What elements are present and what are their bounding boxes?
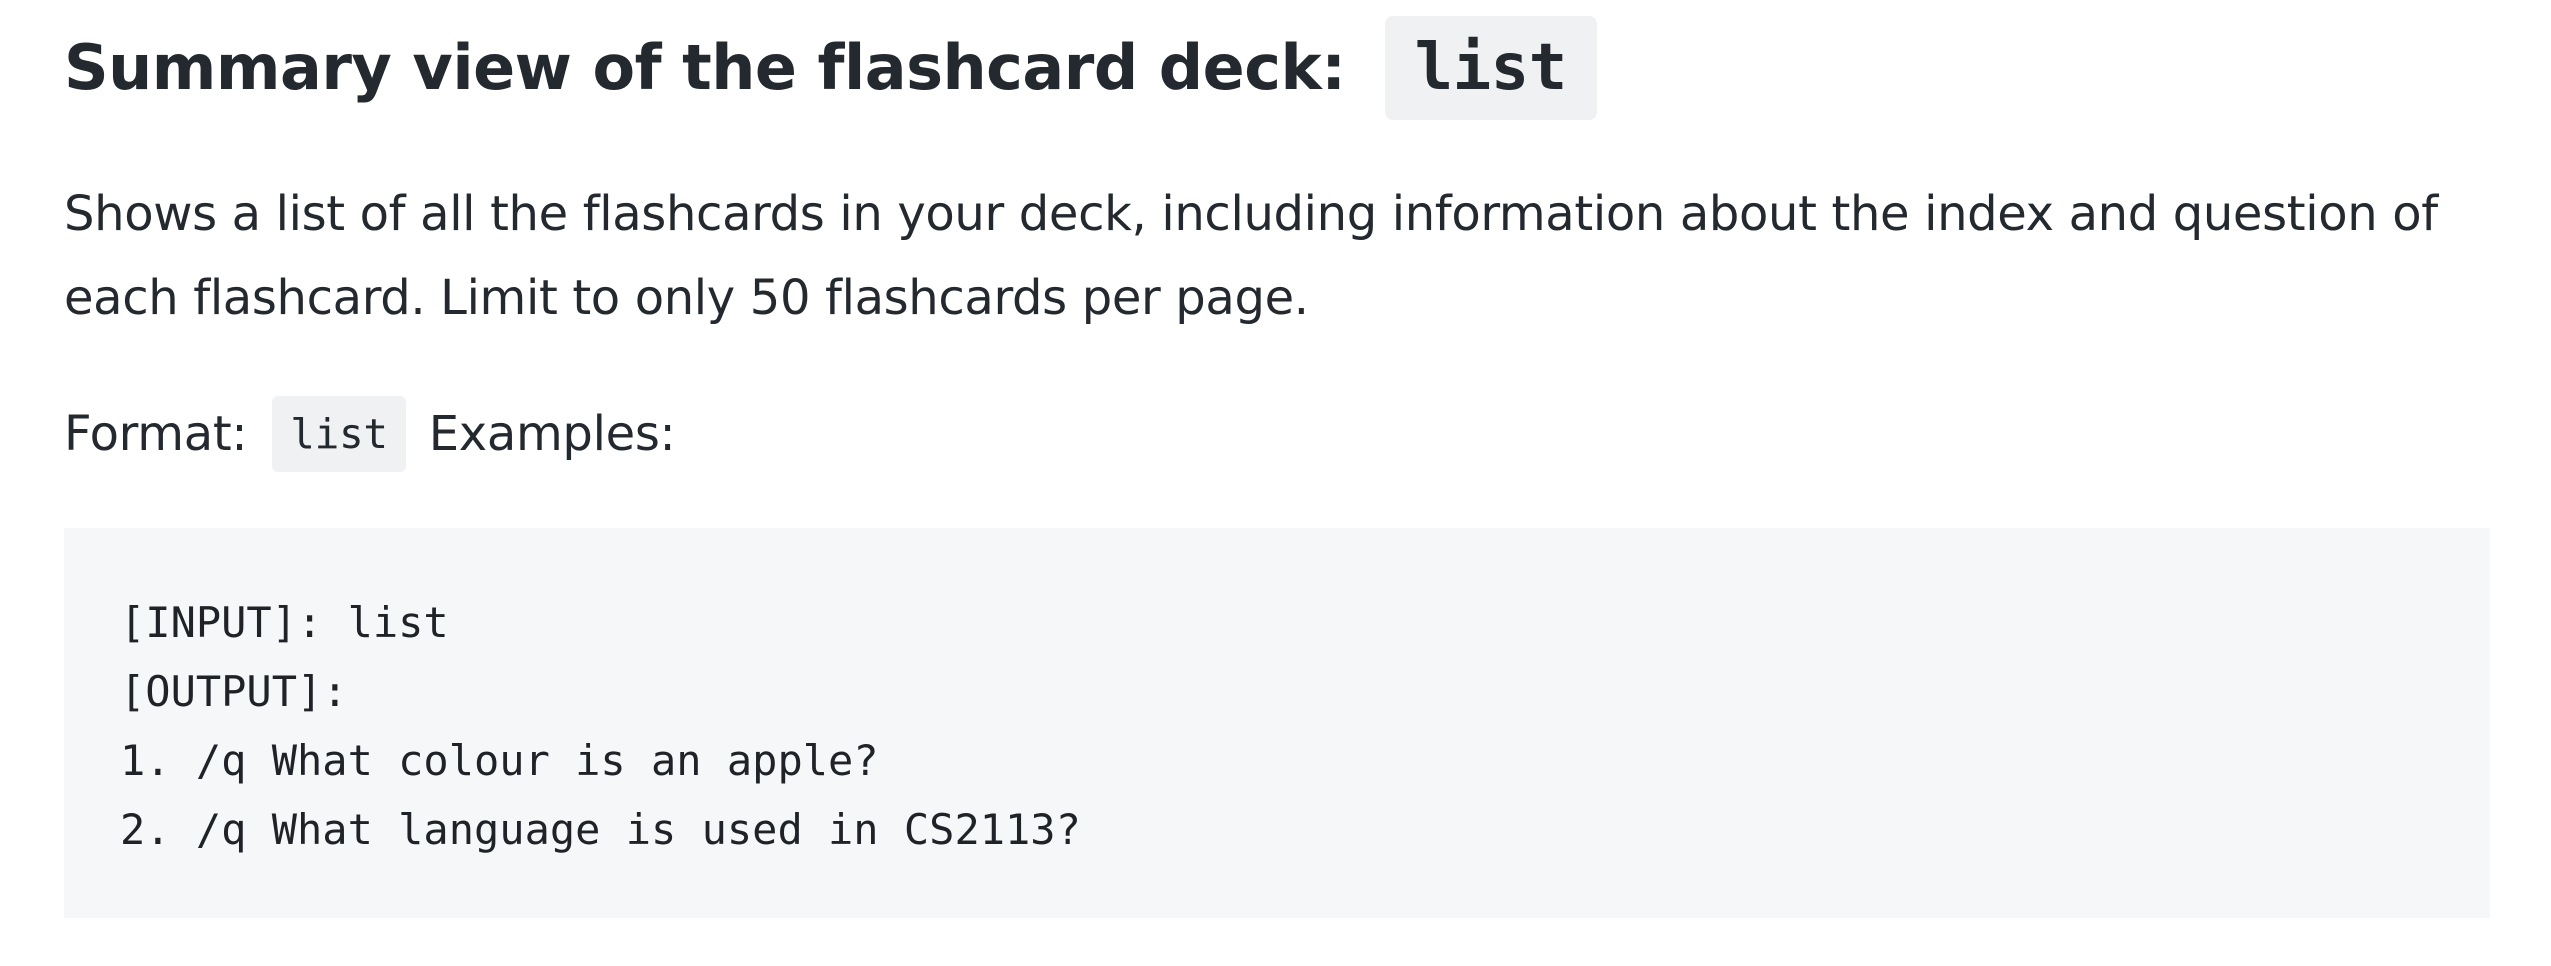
format-command-code: list [272, 396, 406, 472]
example-code-block: [INPUT]: list [OUTPUT]: 1. /q What colou… [64, 528, 2490, 918]
format-label: Format: [64, 406, 263, 462]
code-line-item-2: 2. /q What language is used in CS2113? [120, 805, 1081, 854]
heading-text: Summary view of the flashcard deck: [64, 31, 1367, 104]
examples-label: Examples: [413, 406, 676, 462]
code-line-item-1: 1. /q What colour is an apple? [120, 736, 879, 785]
section-heading: Summary view of the flashcard deck: list [64, 16, 1597, 120]
code-line-output: [OUTPUT]: [120, 667, 348, 716]
heading-command-code: list [1384, 16, 1597, 120]
description-paragraph: Shows a list of all the flashcards in yo… [64, 186, 2438, 326]
format-paragraph: Format: list Examples: [64, 394, 676, 474]
code-line-input: [INPUT]: list [120, 598, 449, 647]
